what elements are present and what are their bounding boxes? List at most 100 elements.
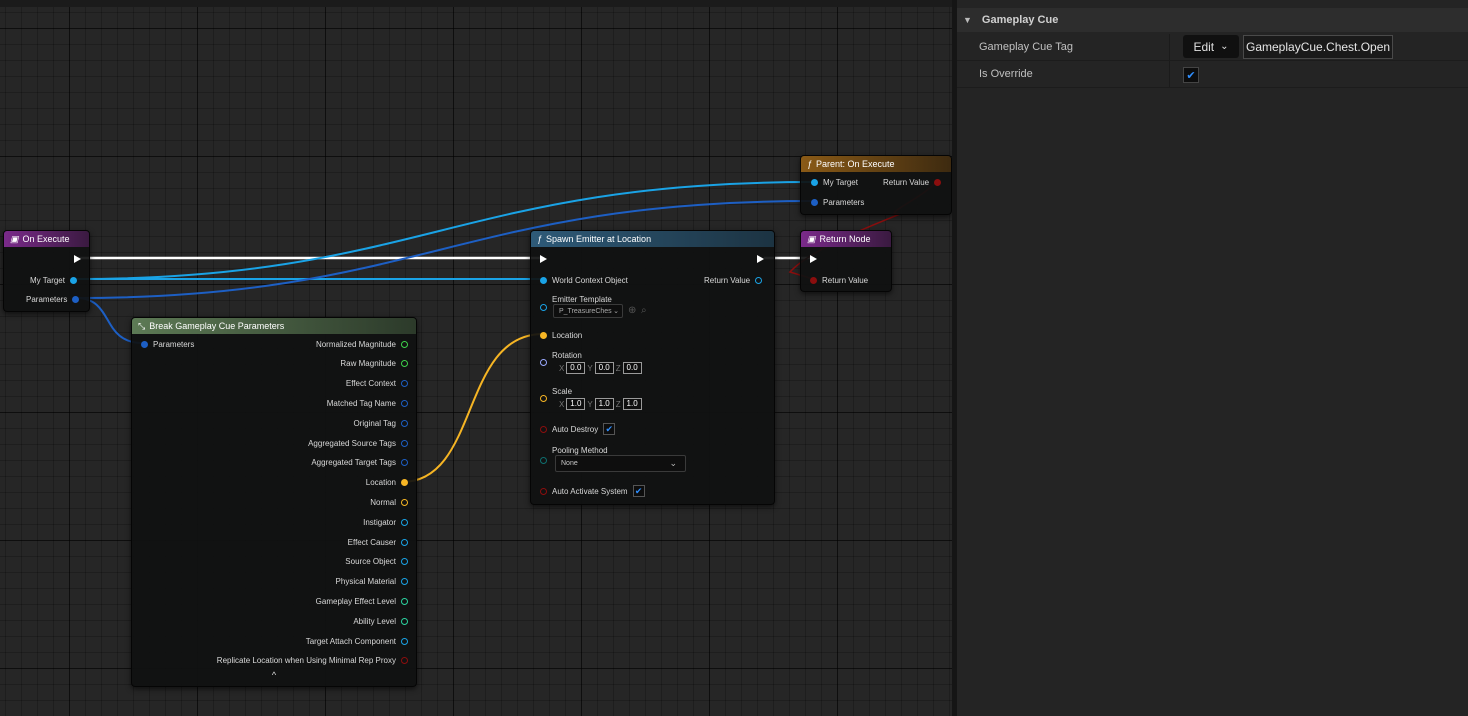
function-icon: ƒ [807,159,813,169]
break-output-dot[interactable] [401,498,408,506]
spawn-auto-activate-dot[interactable] [540,487,547,495]
blueprint-graph-canvas[interactable]: ▣ On Execute My Target Parameters ƒ Pare… [0,0,952,716]
break-output-label: Normalized Magnitude [315,339,396,349]
break-parameters-row: Parameters [141,338,194,350]
exec-out-pin[interactable] [74,255,81,263]
gameplay-cue-tag-text: GameplayCue.Chest.Open [1246,40,1391,54]
return-value-dot[interactable] [810,276,817,284]
browse-icon[interactable]: ⌕ [641,305,647,316]
axis-z-label: Z [615,363,621,373]
break-output-dot[interactable] [401,459,408,467]
node-parent-on-execute[interactable]: ƒ Parent: On Execute My Target Return Va… [800,155,952,215]
spawn-emitter-template-dot[interactable] [540,304,547,311]
break-output-dot[interactable] [401,380,408,388]
break-parameters-dot[interactable] [141,340,148,348]
spawn-world-context-dot[interactable] [540,276,547,284]
node-spawn-header: ƒ Spawn Emitter at Location [531,231,774,247]
break-output-dot[interactable] [401,439,408,447]
pin-parameters-dot[interactable] [72,295,80,303]
break-output-dot[interactable] [401,399,408,407]
axis-x-label: X [559,399,565,409]
pin-parameters-label: Parameters [26,294,68,304]
spawn-exec-out-pin[interactable] [757,255,764,263]
break-output-row: Source Object [345,556,408,568]
is-override-checkbox[interactable]: ✔ [1183,67,1199,83]
spawn-return-dot[interactable] [755,276,763,284]
rotation-x-field[interactable]: 0.0 [566,362,586,374]
rotation-y-field[interactable]: 0.0 [594,362,614,374]
break-output-dot[interactable] [401,657,408,665]
spawn-auto-destroy-dot[interactable] [540,425,547,433]
pin-my-target-dot[interactable] [69,276,77,284]
checkmark-icon: ✔ [1186,69,1196,82]
break-output-dot[interactable] [401,538,408,546]
spawn-exec-in-pin[interactable] [540,255,547,263]
section-collapse-icon[interactable]: ▼ [963,15,972,25]
scale-y-field[interactable]: 1.0 [594,398,614,410]
parent-return-dot[interactable] [934,178,942,186]
scale-x-field[interactable]: 1.0 [566,398,586,410]
break-output-dot[interactable] [401,340,408,348]
return-exec-in-pin[interactable] [810,255,817,263]
break-output-label: Replicate Location when Using Minimal Re… [216,656,396,666]
break-output-dot[interactable] [401,637,408,645]
break-output-dot[interactable] [401,597,408,605]
scale-z-field[interactable]: 1.0 [622,398,642,410]
break-output-label: Physical Material [335,577,396,587]
chevron-down-icon: ⌄ [1220,41,1229,52]
return-value-label: Return Value [822,275,869,285]
break-output-dot[interactable] [401,558,408,566]
gameplay-cue-section[interactable]: ▼ Gameplay Cue [957,8,1468,32]
return-icon: ▣ [807,233,816,244]
axis-y-label: Y [587,363,593,373]
gameplay-cue-tag-value[interactable]: GameplayCue.Chest.Open [1243,35,1394,59]
break-output-row: Original Tag [353,417,408,429]
break-parameters-label: Parameters [153,339,195,349]
spawn-emitter-template-combo[interactable]: P_TreasureChes ⌄ [553,304,623,318]
node-return[interactable]: ▣ Return Node Return Value [800,230,892,292]
node-spawn-emitter[interactable]: ƒ Spawn Emitter at Location World Contex… [530,230,775,505]
break-output-row: Gameplay Effect Level [316,595,408,607]
parent-parameters-dot[interactable] [811,198,818,206]
spawn-scale-label: Scale [552,386,573,396]
use-selected-icon[interactable]: ⊕ [628,305,636,316]
collapse-toggle-icon[interactable]: ^ [132,670,416,680]
break-output-row: Physical Material [336,576,408,588]
gameplay-cue-tag-row: Gameplay Cue Tag Edit ⌄ GameplayCue.Ches… [957,34,1468,61]
pooling-method-value: None [561,460,578,467]
spawn-scale-dot[interactable] [540,395,547,402]
details-panel: ▼ Gameplay Cue Gameplay Cue Tag Edit ⌄ G… [957,0,1468,716]
spawn-location-dot[interactable] [540,331,547,339]
spawn-auto-activate-row: Auto Activate System ✔ [540,485,645,497]
wire-location [401,333,544,483]
parent-parameters-label: Parameters [823,197,865,207]
spawn-location-label: Location [552,330,583,340]
rotation-z-field[interactable]: 0.0 [622,362,642,374]
node-parent-header: ƒ Parent: On Execute [801,156,951,172]
pooling-method-combo[interactable]: None ⌄ [555,455,686,472]
break-output-label: Ability Level [353,616,396,626]
node-break-params[interactable]: ⤡ Break Gameplay Cue Parameters Paramete… [131,317,417,687]
spawn-rotation-dot[interactable] [540,359,547,366]
node-spawn-title: Spawn Emitter at Location [546,234,652,244]
break-output-dot[interactable] [401,518,408,526]
break-output-row: Normal [370,496,408,508]
auto-destroy-checkbox[interactable]: ✔ [603,423,616,435]
edit-tag-button[interactable]: Edit ⌄ [1183,35,1239,58]
break-output-dot[interactable] [401,578,408,586]
break-output-label: Location [365,478,396,488]
chevron-down-icon: ⌄ [613,308,619,315]
break-output-dot[interactable] [401,617,408,625]
break-output-label: Aggregated Source Tags [308,438,396,448]
break-output-dot[interactable] [401,360,408,368]
axis-x-label: X [559,363,565,373]
auto-activate-checkbox[interactable]: ✔ [632,485,645,497]
break-output-row: Aggregated Target Tags [311,457,408,469]
is-override-label: Is Override [979,68,1033,80]
break-output-label: Original Tag [353,418,396,428]
spawn-pooling-dot[interactable] [540,457,547,464]
parent-my-target-dot[interactable] [811,178,818,186]
break-output-dot[interactable] [401,479,408,487]
break-output-dot[interactable] [401,419,408,427]
node-on-execute[interactable]: ▣ On Execute My Target Parameters [3,230,90,312]
